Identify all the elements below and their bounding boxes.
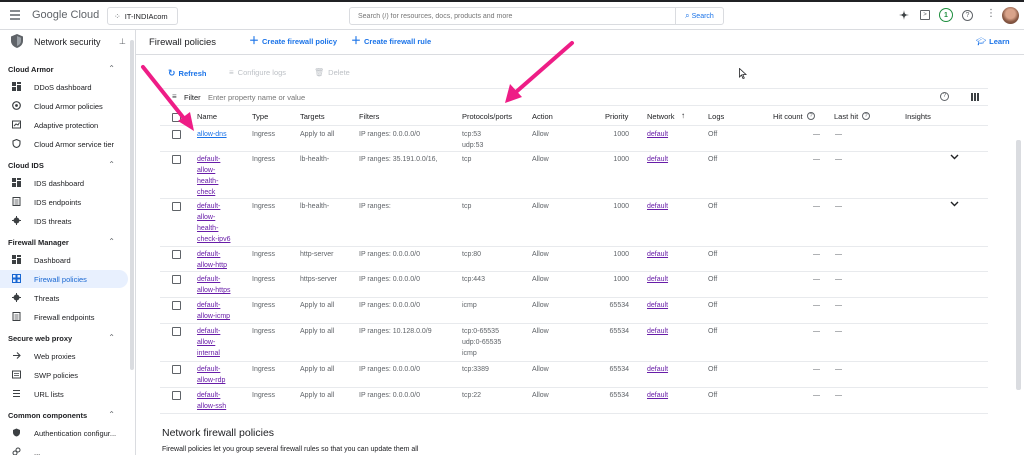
annotation-arrow-name <box>141 65 194 131</box>
annotation-arrows <box>141 41 574 131</box>
annotation-arrow-protocols <box>505 41 574 103</box>
